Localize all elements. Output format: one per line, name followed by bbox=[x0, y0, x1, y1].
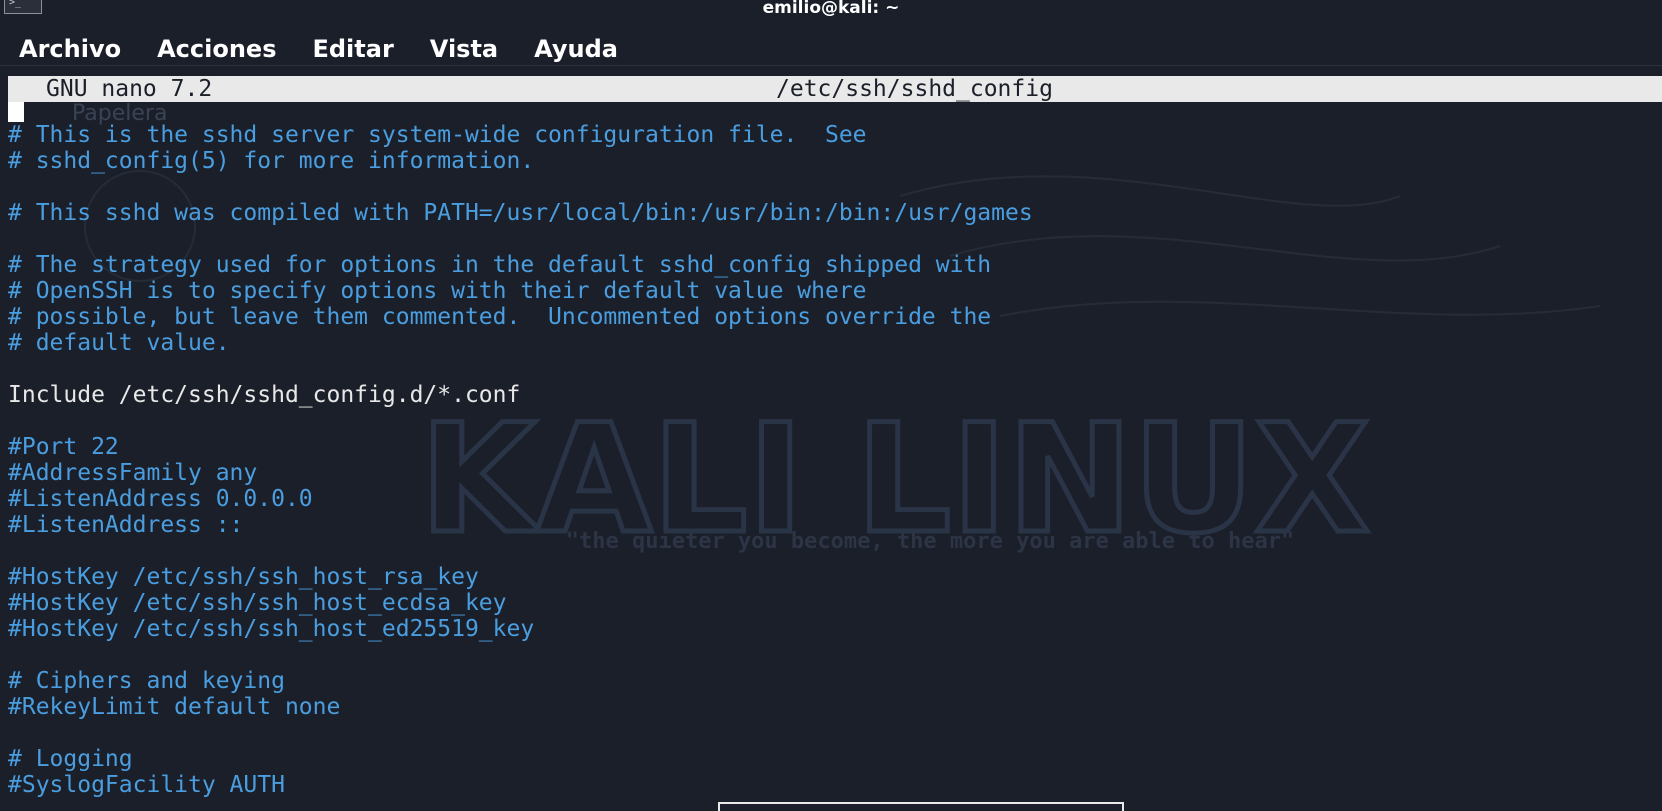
code-line: #AddressFamily any bbox=[8, 460, 258, 486]
status-bar bbox=[718, 802, 1124, 811]
code-line: # OpenSSH is to specify options with the… bbox=[8, 278, 867, 304]
menu-ayuda[interactable]: Ayuda bbox=[534, 32, 618, 65]
code-line: #HostKey /etc/ssh/ssh_host_ecdsa_key bbox=[8, 590, 507, 616]
nano-filename: /etc/ssh/sshd_config bbox=[776, 76, 1053, 102]
menu-vista[interactable]: Vista bbox=[430, 32, 498, 65]
code-line: #Port 22 bbox=[8, 434, 119, 460]
terminal-area[interactable]: KALI LINUX "the quieter you become, the … bbox=[0, 76, 1662, 811]
code-line: #HostKey /etc/ssh/ssh_host_rsa_key bbox=[8, 564, 479, 590]
text-cursor bbox=[8, 102, 24, 122]
code-line: # possible, but leave them commented. Un… bbox=[8, 304, 992, 330]
nano-header-bar: GNU nano 7.2 /etc/ssh/sshd_config bbox=[8, 76, 1662, 102]
code-line: Include /etc/ssh/sshd_config.d/*.conf bbox=[8, 382, 521, 408]
code-line: #SyslogFacility AUTH bbox=[8, 772, 285, 798]
code-line: # Ciphers and keying bbox=[8, 668, 285, 694]
code-line: #ListenAddress 0.0.0.0 bbox=[8, 486, 313, 512]
code-line: # This is the sshd server system-wide co… bbox=[8, 122, 867, 148]
code-line: # sshd_config(5) for more information. bbox=[8, 148, 535, 174]
code-line: #ListenAddress :: bbox=[8, 512, 244, 538]
code-line: #RekeyLimit default none bbox=[8, 694, 341, 720]
window-title: emilio@kali: ~ bbox=[762, 0, 900, 18]
nano-version: GNU nano 7.2 bbox=[46, 76, 213, 102]
code-line: # This sshd was compiled with PATH=/usr/… bbox=[8, 200, 1033, 226]
menu-acciones[interactable]: Acciones bbox=[157, 32, 276, 65]
code-line: # Logging bbox=[8, 746, 133, 772]
menubar: Archivo Acciones Editar Vista Ayuda bbox=[0, 32, 1662, 66]
code-line: # default value. bbox=[8, 330, 230, 356]
code-line: #HostKey /etc/ssh/ssh_host_ed25519_key bbox=[8, 616, 535, 642]
menu-editar[interactable]: Editar bbox=[312, 32, 393, 65]
code-line: # The strategy used for options in the d… bbox=[8, 252, 992, 278]
file-content[interactable]: # This is the sshd server system-wide co… bbox=[8, 122, 1033, 798]
window-titlebar: >_ emilio@kali: ~ bbox=[0, 0, 1662, 18]
menu-archivo[interactable]: Archivo bbox=[19, 32, 121, 65]
